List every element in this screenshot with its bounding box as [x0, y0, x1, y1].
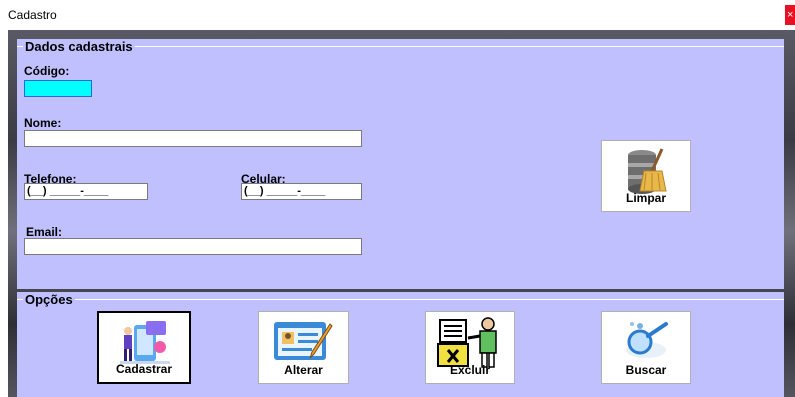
form-background: Dados cadastrais Código: Nome: Telefone:…: [8, 30, 795, 397]
dados-cadastrais-group: Dados cadastrais Código: Nome: Telefone:…: [17, 39, 784, 289]
delete-ballot-icon: [437, 317, 497, 368]
email-field[interactable]: [24, 238, 362, 255]
dados-cadastrais-legend: Dados cadastrais: [23, 39, 135, 54]
edit-icon: [273, 322, 333, 360]
limpar-label: Limpar: [625, 191, 666, 205]
opcoes-legend: Opções: [23, 292, 75, 307]
alterar-label: Alterar: [284, 363, 323, 377]
excluir-button[interactable]: Excluir: [425, 311, 515, 384]
nome-label: Nome:: [24, 116, 62, 130]
register-icon: [120, 321, 170, 364]
codigo-field[interactable]: [24, 80, 92, 97]
buscar-label: Buscar: [625, 363, 667, 377]
excluir-label: Excluir: [449, 363, 491, 377]
buscar-button[interactable]: Buscar: [601, 311, 691, 384]
telefone-field[interactable]: (__) _____-____: [24, 183, 148, 200]
close-button[interactable]: ×: [785, 5, 795, 25]
broom-bin-icon: [628, 148, 667, 194]
celular-field[interactable]: (__) _____-____: [241, 183, 362, 200]
opcoes-group: Opções Cadastrar Alterar Excluir Buscar: [17, 292, 784, 397]
nome-field[interactable]: [24, 130, 362, 147]
limpar-button[interactable]: Limpar: [601, 140, 691, 212]
window-title: Cadastro: [8, 8, 57, 22]
title-bar: Cadastro ×: [0, 0, 795, 30]
email-label: Email:: [26, 225, 63, 239]
group-border: [17, 299, 784, 300]
cadastrar-label: Cadastrar: [115, 362, 173, 376]
codigo-label: Código:: [24, 64, 70, 78]
cadastrar-button[interactable]: Cadastrar: [97, 311, 191, 384]
alterar-button[interactable]: Alterar: [258, 311, 349, 384]
search-icon: [626, 322, 668, 358]
